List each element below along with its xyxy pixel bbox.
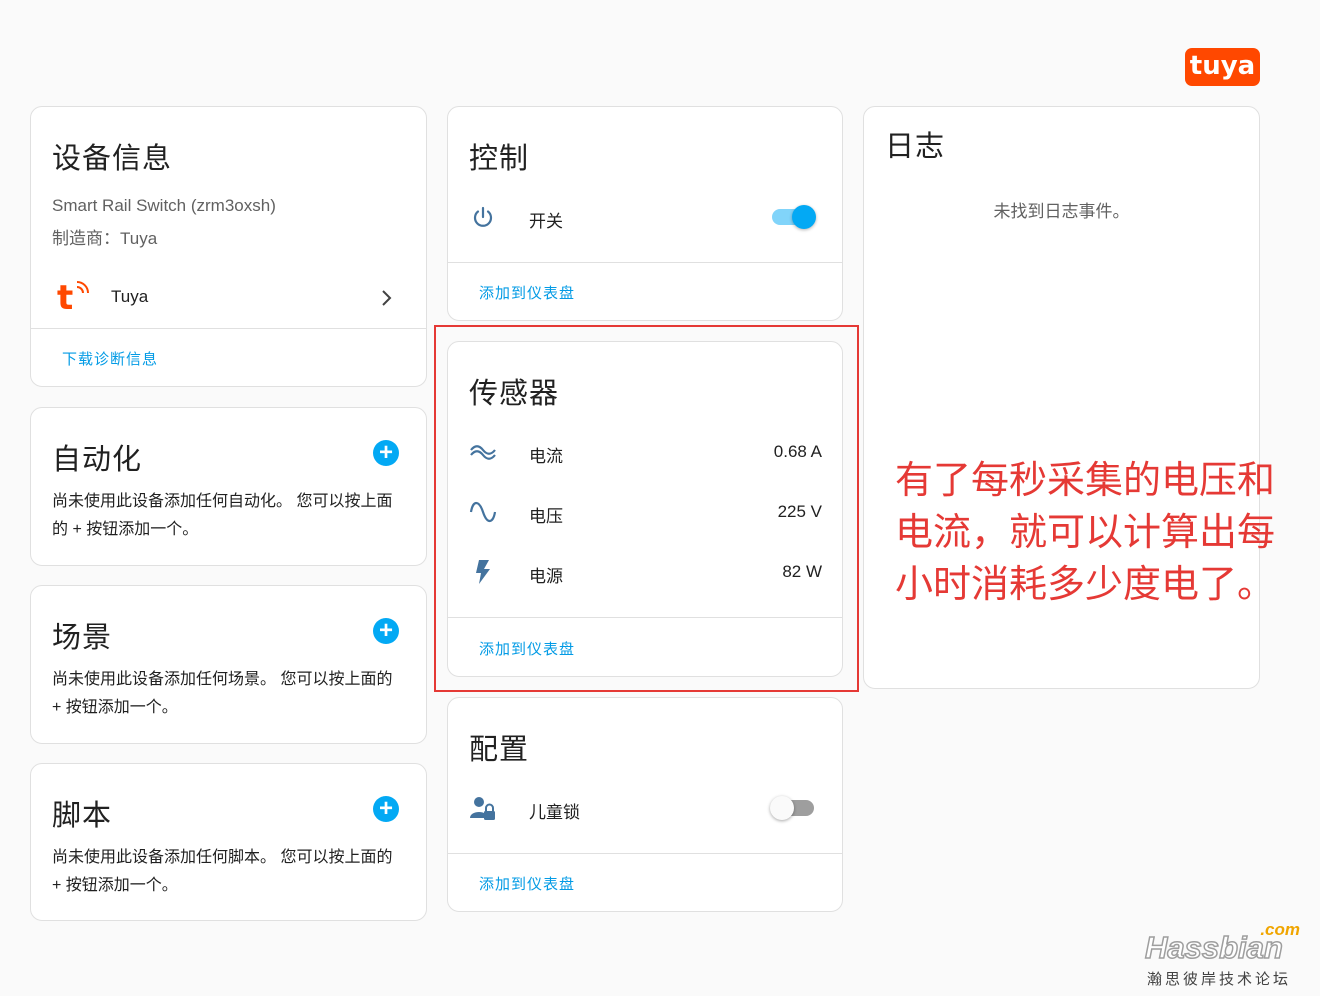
device-model: Smart Rail Switch (zrm3oxsh)	[52, 196, 276, 215]
control-card: 控制 开关 添加到仪表盘	[447, 106, 843, 321]
config-divider	[448, 853, 842, 854]
sensors-divider	[448, 617, 842, 618]
sensors-title: 传感器	[469, 378, 560, 410]
download-diagnostics-button[interactable]: 下载诊断信息	[62, 348, 158, 369]
watermark: .com Hassbian 瀚思彼岸技术论坛	[1140, 920, 1310, 990]
device-manufacturer: 制造商：Tuya	[52, 229, 158, 248]
control-add-to-dashboard-button[interactable]: 添加到仪表盘	[479, 282, 575, 303]
watermark-name: Hassbian	[1144, 929, 1283, 966]
device-info-title: 设备信息	[52, 143, 173, 175]
sensor-value-current: 0.68 A	[773, 442, 822, 461]
sensors-card: 传感器 电流 0.68 A 电压 225 V 电源 82 W 添加到仪表盘	[447, 341, 843, 677]
logbook-empty-text: 未找到日志事件。	[993, 202, 1130, 221]
watermark-subtitle: 瀚思彼岸技术论坛	[1147, 971, 1292, 988]
config-title: 配置	[469, 734, 530, 766]
account-lock-icon	[469, 794, 497, 822]
config-add-to-dashboard-button[interactable]: 添加到仪表盘	[479, 873, 575, 894]
scene-card: 场景 + 尚未使用此设备添加任何场景。 您可以按上面的 + 按钮添加一个。	[30, 585, 427, 744]
sensor-label-voltage: 电压	[529, 507, 563, 526]
tuya-logo-text: tuya	[1189, 51, 1256, 81]
tuya-logo: tuya	[1185, 48, 1260, 86]
integration-row[interactable]: t Tuya	[31, 273, 426, 323]
automation-description: 尚未使用此设备添加任何自动化。 您可以按上面的 + 按钮添加一个。	[52, 493, 393, 538]
add-scene-button[interactable]: +	[373, 618, 399, 644]
sine-wave-icon	[469, 498, 497, 526]
sensor-label-power: 电源	[529, 567, 563, 586]
switch-label: 开关	[529, 212, 563, 231]
child-lock-toggle[interactable]	[770, 794, 818, 822]
sensor-value-power: 82 W	[782, 562, 822, 581]
control-divider	[448, 262, 842, 263]
scene-title: 场景	[52, 622, 113, 654]
switch-toggle[interactable]	[770, 203, 818, 231]
child-lock-label: 儿童锁	[529, 803, 580, 822]
script-card: 脚本 + 尚未使用此设备添加任何脚本。 您可以按上面的 + 按钮添加一个。	[30, 763, 427, 921]
current-ac-icon	[469, 438, 497, 466]
integration-label: Tuya	[111, 287, 149, 306]
chevron-right-icon	[382, 290, 392, 306]
script-description: 尚未使用此设备添加任何脚本。 您可以按上面的 + 按钮添加一个。	[52, 849, 393, 894]
device-info-divider	[31, 328, 426, 329]
tuya-t-icon: t	[57, 278, 74, 318]
automation-title: 自动化	[52, 444, 143, 476]
logbook-title: 日志	[885, 131, 946, 163]
automation-card: 自动化 + 尚未使用此设备添加任何自动化。 您可以按上面的 + 按钮添加一个。	[30, 407, 427, 566]
power-icon	[469, 203, 497, 231]
tuya-signal-icon	[76, 281, 89, 294]
add-automation-button[interactable]: +	[373, 440, 399, 466]
scene-description: 尚未使用此设备添加任何场景。 您可以按上面的 + 按钮添加一个。	[52, 671, 393, 716]
sensor-value-voltage: 225 V	[777, 502, 822, 521]
add-script-button[interactable]: +	[373, 796, 399, 822]
script-title: 脚本	[52, 800, 113, 832]
sensor-label-current: 电流	[529, 447, 563, 466]
config-card: 配置 儿童锁 添加到仪表盘	[447, 697, 843, 912]
control-title: 控制	[469, 143, 530, 175]
device-info-card: 设备信息 Smart Rail Switch (zrm3oxsh) 制造商：Tu…	[30, 106, 427, 387]
child-lock-toggle-thumb	[770, 796, 794, 820]
switch-toggle-thumb	[792, 205, 816, 229]
sensors-add-to-dashboard-button[interactable]: 添加到仪表盘	[479, 638, 575, 659]
annotation-text: 有了每秒采集的电压和电流，就可以计算出每小时消耗多少度电了。	[895, 460, 1276, 606]
lightning-bolt-icon	[469, 558, 497, 586]
